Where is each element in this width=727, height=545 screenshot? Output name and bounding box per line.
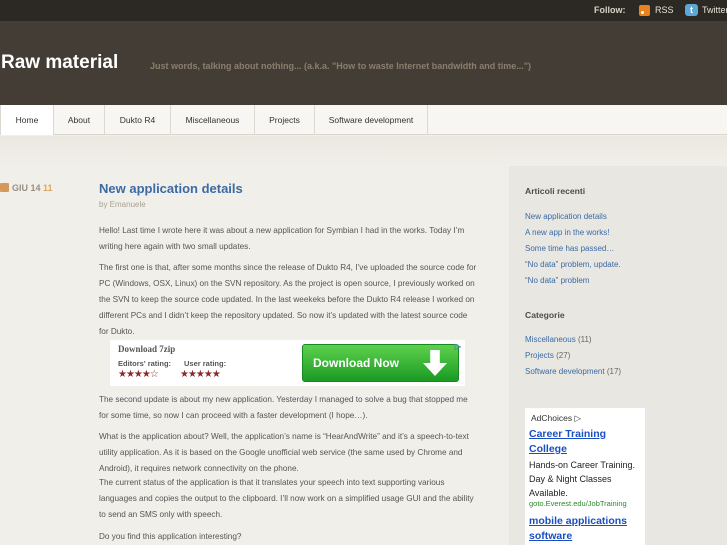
nav-item-dukto-r4[interactable]: Dukto R4 <box>105 105 171 135</box>
category-item: Projects (27) <box>525 351 570 360</box>
twitter-icon[interactable]: t <box>685 4 698 16</box>
post-paragraph: Hello! Last time I wrote here it was abo… <box>99 226 465 251</box>
rss-link[interactable]: RSS <box>655 5 674 15</box>
recent-post-link[interactable]: “No data” problem <box>525 276 589 285</box>
ad-link-career-training[interactable]: Career Training College <box>529 427 645 457</box>
category-link-projects[interactable]: Projects <box>525 351 554 360</box>
category-link-miscellaneous[interactable]: Miscellaneous <box>525 335 576 344</box>
post-byline: by Emanuele <box>99 200 146 209</box>
follow-label: Follow: <box>594 5 626 15</box>
category-count: (27) <box>556 351 571 360</box>
post-paragraph: The current status of the application is… <box>99 478 474 519</box>
user-rating-label: User rating: <box>184 359 227 368</box>
recent-post-link[interactable]: “No data” problem, update. <box>525 260 621 269</box>
download-now-label: Download Now <box>313 356 399 370</box>
ad-description: Hands-on Career Training. Day & Night Cl… <box>529 460 636 498</box>
nav-item-miscellaneous[interactable]: Miscellaneous <box>171 105 255 135</box>
editors-rating-stars: ★★★★☆ <box>118 369 159 380</box>
category-count: (17) <box>606 367 622 376</box>
download-ad-banner[interactable]: Download 7zip Editors' rating: User rati… <box>110 340 465 386</box>
category-count: (11) <box>577 335 592 344</box>
site-header: Raw material Just words, talking about n… <box>0 21 727 105</box>
site-tagline: Just words, talking about nothing... (a.… <box>150 61 532 71</box>
site-title[interactable]: Raw material <box>1 52 118 74</box>
ad-link-mobile-applications[interactable]: mobile applications software <box>529 514 645 544</box>
post-date-text: GIU 14 <box>12 183 41 193</box>
nav-item-software-development[interactable]: Software development <box>315 105 428 135</box>
top-bar: Follow: RSS t Twitter <box>0 0 727 21</box>
ad-choices-icon[interactable]: ▷ <box>455 342 461 351</box>
recent-post-link[interactable]: Some time has passed… <box>525 244 614 253</box>
comments-count[interactable]: 11 <box>43 183 53 193</box>
category-item: Software development (17) <box>525 367 621 376</box>
download-now-button[interactable]: Download Now <box>302 344 459 382</box>
adchoices-label[interactable]: AdChoices ▷ <box>531 413 581 424</box>
category-link-software-development[interactable]: Software development <box>525 367 605 376</box>
sidebar-ad-unit: AdChoices ▷ Career Training College Hand… <box>525 408 645 545</box>
editors-rating-label: Editors' rating: <box>118 359 172 368</box>
post-paragraph: Do you find this application interesting… <box>99 532 242 541</box>
ad-url[interactable]: goto.Everest.edu/JobTraining <box>529 499 627 508</box>
nav-item-about[interactable]: About <box>54 105 105 135</box>
post-title[interactable]: New application details <box>99 181 243 196</box>
category-item: Miscellaneous (11) <box>525 335 592 344</box>
ad-title: Download 7zip <box>118 344 176 354</box>
recent-post-link[interactable]: A new app in the works! <box>525 228 610 237</box>
post-paragraph: The second update is about my new applic… <box>99 395 468 420</box>
nav-item-home[interactable]: Home <box>0 105 54 135</box>
header-shadow-band <box>0 136 727 166</box>
download-arrow-icon <box>423 350 447 376</box>
categories-title: Categorie <box>525 310 565 320</box>
twitter-link[interactable]: Twitter <box>702 5 727 15</box>
calendar-icon <box>0 183 9 192</box>
main-nav: Home About Dukto R4 Miscellaneous Projec… <box>0 105 727 135</box>
post-date: GIU 14 11 <box>0 183 53 193</box>
post-paragraph: What is the application about? Well, the… <box>99 432 469 473</box>
rss-icon[interactable] <box>639 5 650 16</box>
user-rating-stars: ★★★★★ <box>180 369 221 380</box>
recent-posts-title: Articoli recenti <box>525 186 586 196</box>
recent-post-link[interactable]: New application details <box>525 212 607 221</box>
post-paragraph: The first one is that, after some months… <box>99 263 477 336</box>
nav-item-projects[interactable]: Projects <box>255 105 315 135</box>
